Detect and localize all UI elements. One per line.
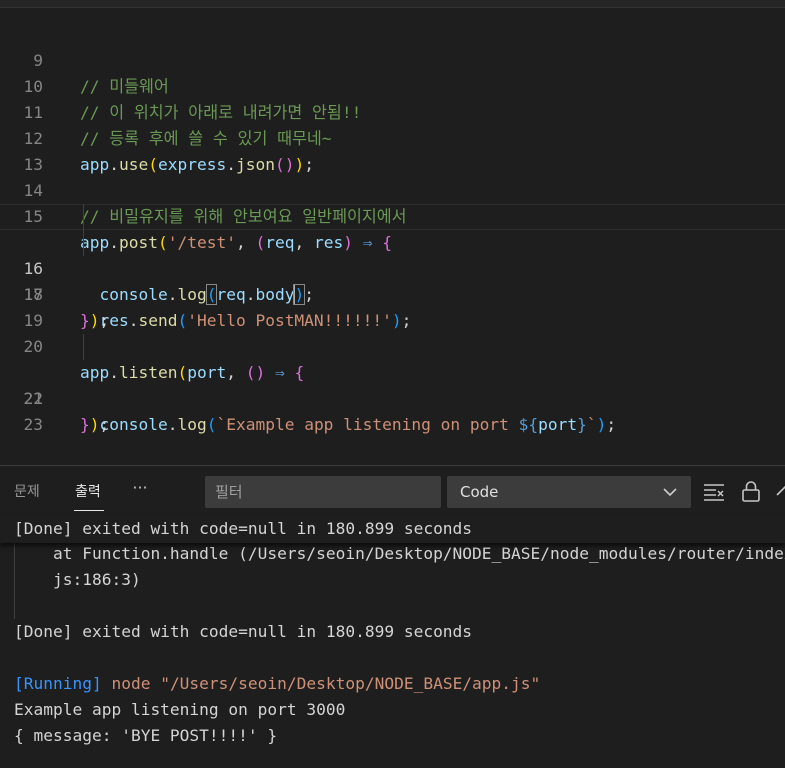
code-line[interactable]: 12 app.use(express.json()); bbox=[0, 100, 785, 174]
code-line[interactable]: 14 // 비밀유지를 위해 안보여요 일반페이지에서 bbox=[0, 152, 785, 226]
code-line[interactable]: 15 app.post('/test', (req, res) ⇒ { bbox=[0, 178, 785, 252]
filter-box bbox=[205, 476, 441, 508]
active-tab-indicator bbox=[74, 510, 104, 511]
indent-guide bbox=[83, 204, 84, 230]
code-line[interactable]: 10 // 이 위치가 아래로 내려가면 안됨!! bbox=[0, 48, 785, 122]
tab-problems[interactable]: 문제 bbox=[14, 481, 40, 501]
chevron-down-icon bbox=[663, 488, 677, 497]
tab-output[interactable]: 출력 bbox=[75, 481, 101, 501]
output-line: Example app listening on port 3000 bbox=[14, 700, 346, 719]
output-channel-select[interactable]: Code bbox=[447, 476, 691, 508]
output-line: at Function.handle (/Users/seoin/Desktop… bbox=[14, 544, 785, 563]
code-line[interactable]: 17 res.send('Hello PostMAN!!!!!!'); bbox=[0, 230, 785, 330]
code-editor[interactable]: 8 9 // 미들웨어 10 // 이 위치가 아래로 내려가면 안됨!! 11… bbox=[0, 0, 785, 465]
output-line: [Done] exited with code=null in 180.899 … bbox=[14, 622, 473, 641]
running-command: node "/Users/seoin/Desktop/NODE_BASE/app… bbox=[101, 674, 541, 693]
current-code-line[interactable]: 16 console.log(req.body); bbox=[0, 204, 785, 305]
code-line[interactable]: 11 // 등록 후에 쓸 수 있기 때무네~ bbox=[0, 74, 785, 148]
code-line[interactable]: 20 app.listen(port, () ⇒ { bbox=[0, 308, 785, 382]
code-line[interactable]: 23 bbox=[0, 386, 785, 434]
output-line: [Done] exited with code=null in 180.899 … bbox=[14, 519, 473, 538]
output-channel-value: Code bbox=[460, 483, 499, 501]
output-line: { message: 'BYE POST!!!!' } bbox=[14, 726, 278, 745]
code-line[interactable]: 19 bbox=[0, 282, 785, 330]
code-line[interactable]: 9 // 미들웨어 bbox=[0, 22, 785, 96]
code-line[interactable]: 21 console.log(`Example app listening on… bbox=[0, 334, 785, 434]
indent-guide bbox=[83, 230, 84, 256]
filter-input[interactable] bbox=[205, 476, 441, 508]
line-number: 23 bbox=[23, 415, 44, 434]
list-filter-icon[interactable] bbox=[702, 479, 726, 503]
more-actions-button[interactable]: ··· bbox=[128, 476, 152, 500]
code-text: console.log(`Example app listening on po… bbox=[99, 415, 617, 434]
code-text: }); bbox=[80, 415, 110, 434]
previous-line-edge: 8 bbox=[0, 0, 785, 8]
sticky-scroll-line[interactable]: [Done] exited with code=null in 180.899 … bbox=[0, 515, 785, 543]
running-tag: [Running] bbox=[14, 674, 102, 693]
line-number: 8 bbox=[0, 0, 43, 7]
panel-header: 문제 출력 ··· Code bbox=[0, 465, 785, 516]
output-line: [Running] node "/Users/seoin/Desktop/NOD… bbox=[14, 671, 785, 697]
lock-icon[interactable] bbox=[739, 479, 763, 503]
chevron-up-icon[interactable] bbox=[773, 479, 785, 503]
code-line[interactable]: 22 }); bbox=[0, 360, 785, 434]
code-line[interactable]: 13 bbox=[0, 126, 785, 174]
code-line[interactable]: 18 }); bbox=[0, 256, 785, 330]
output-line: js:186:3) bbox=[14, 570, 141, 589]
indent-guide bbox=[83, 334, 84, 360]
